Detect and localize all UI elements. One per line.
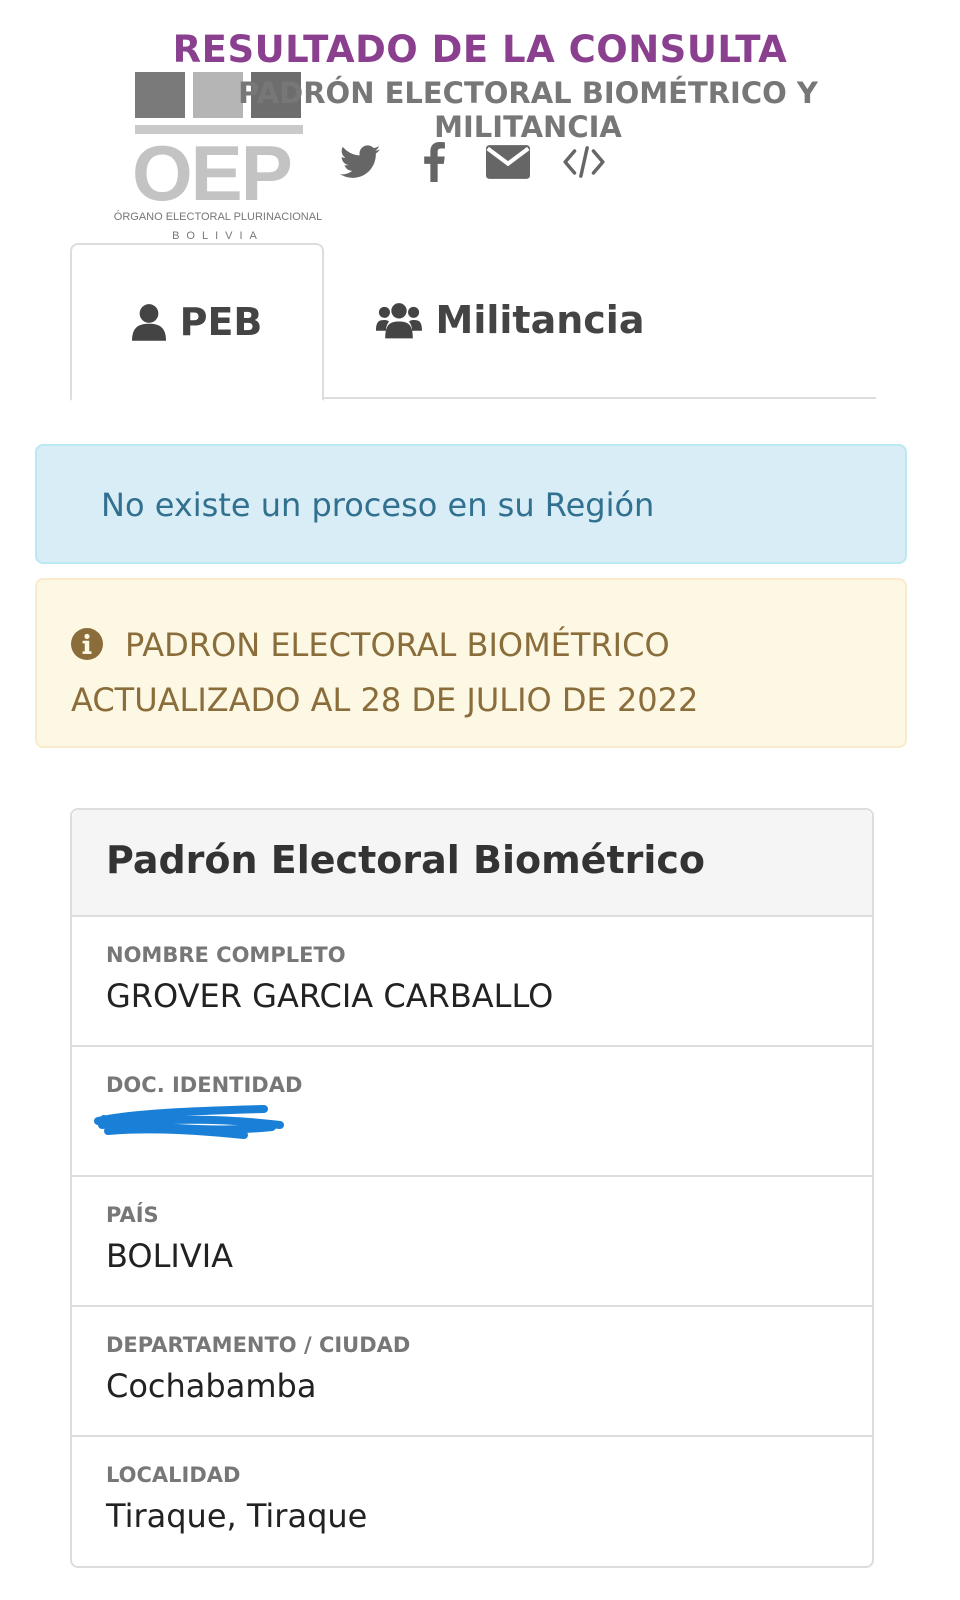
field-doc-identidad: DOC. IDENTIDAD — [72, 1047, 872, 1177]
field-label: DOC. IDENTIDAD — [106, 1073, 303, 1097]
redaction-scribble — [94, 1105, 284, 1139]
page-subtitle: PADRÓN ELECTORAL BIOMÉTRICO Y MILITANCIA — [238, 76, 818, 144]
info-alert-text: No existe un proceso en su Región — [101, 486, 655, 524]
warning-alert: PADRON ELECTORAL BIOMÉTRICO ACTUALIZADO … — [35, 578, 907, 748]
field-value: Tiraque, Tiraque — [106, 1497, 368, 1535]
panel-title: Padrón Electoral Biométrico — [72, 810, 872, 917]
page-title: RESULTADO DE LA CONSULTA — [172, 28, 788, 71]
user-icon — [131, 304, 166, 341]
field-label: LOCALIDAD — [106, 1463, 241, 1487]
code-icon[interactable] — [560, 138, 608, 186]
tab-bar: PEB Militancia — [70, 243, 876, 401]
tab-peb-label: PEB — [179, 300, 263, 344]
info-alert: No existe un proceso en su Región — [35, 444, 907, 564]
field-value: GROVER GARCIA CARBALLO — [106, 977, 554, 1015]
field-value: Cochabamba — [106, 1367, 317, 1405]
tab-peb[interactable]: PEB — [70, 243, 324, 401]
field-localidad: LOCALIDAD Tiraque, Tiraque — [72, 1437, 872, 1567]
twitter-icon[interactable] — [336, 138, 384, 186]
info-circle-icon — [71, 624, 103, 675]
field-pais: PAÍS BOLIVIA — [72, 1177, 872, 1307]
logo-country: BOLIVIA — [172, 230, 264, 242]
users-icon — [375, 303, 422, 339]
field-label: DEPARTAMENTO / CIUDAD — [106, 1333, 411, 1357]
field-nombre: NOMBRE COMPLETO GROVER GARCIA CARBALLO — [72, 917, 872, 1047]
field-value: BOLIVIA — [106, 1237, 234, 1275]
facebook-icon[interactable] — [410, 138, 458, 186]
result-panel: Padrón Electoral Biométrico NOMBRE COMPL… — [70, 808, 874, 1568]
field-label: PAÍS — [106, 1203, 159, 1227]
warning-alert-text: PADRON ELECTORAL BIOMÉTRICO ACTUALIZADO … — [71, 626, 699, 719]
field-departamento: DEPARTAMENTO / CIUDAD Cochabamba — [72, 1307, 872, 1437]
envelope-icon[interactable] — [484, 138, 532, 186]
logo-org-name: ÓRGANO ELECTORAL PLURINACIONAL — [113, 211, 323, 223]
field-label: NOMBRE COMPLETO — [106, 943, 346, 967]
tab-militancia-label: Militancia — [435, 298, 645, 342]
tab-militancia[interactable]: Militancia — [360, 243, 660, 397]
